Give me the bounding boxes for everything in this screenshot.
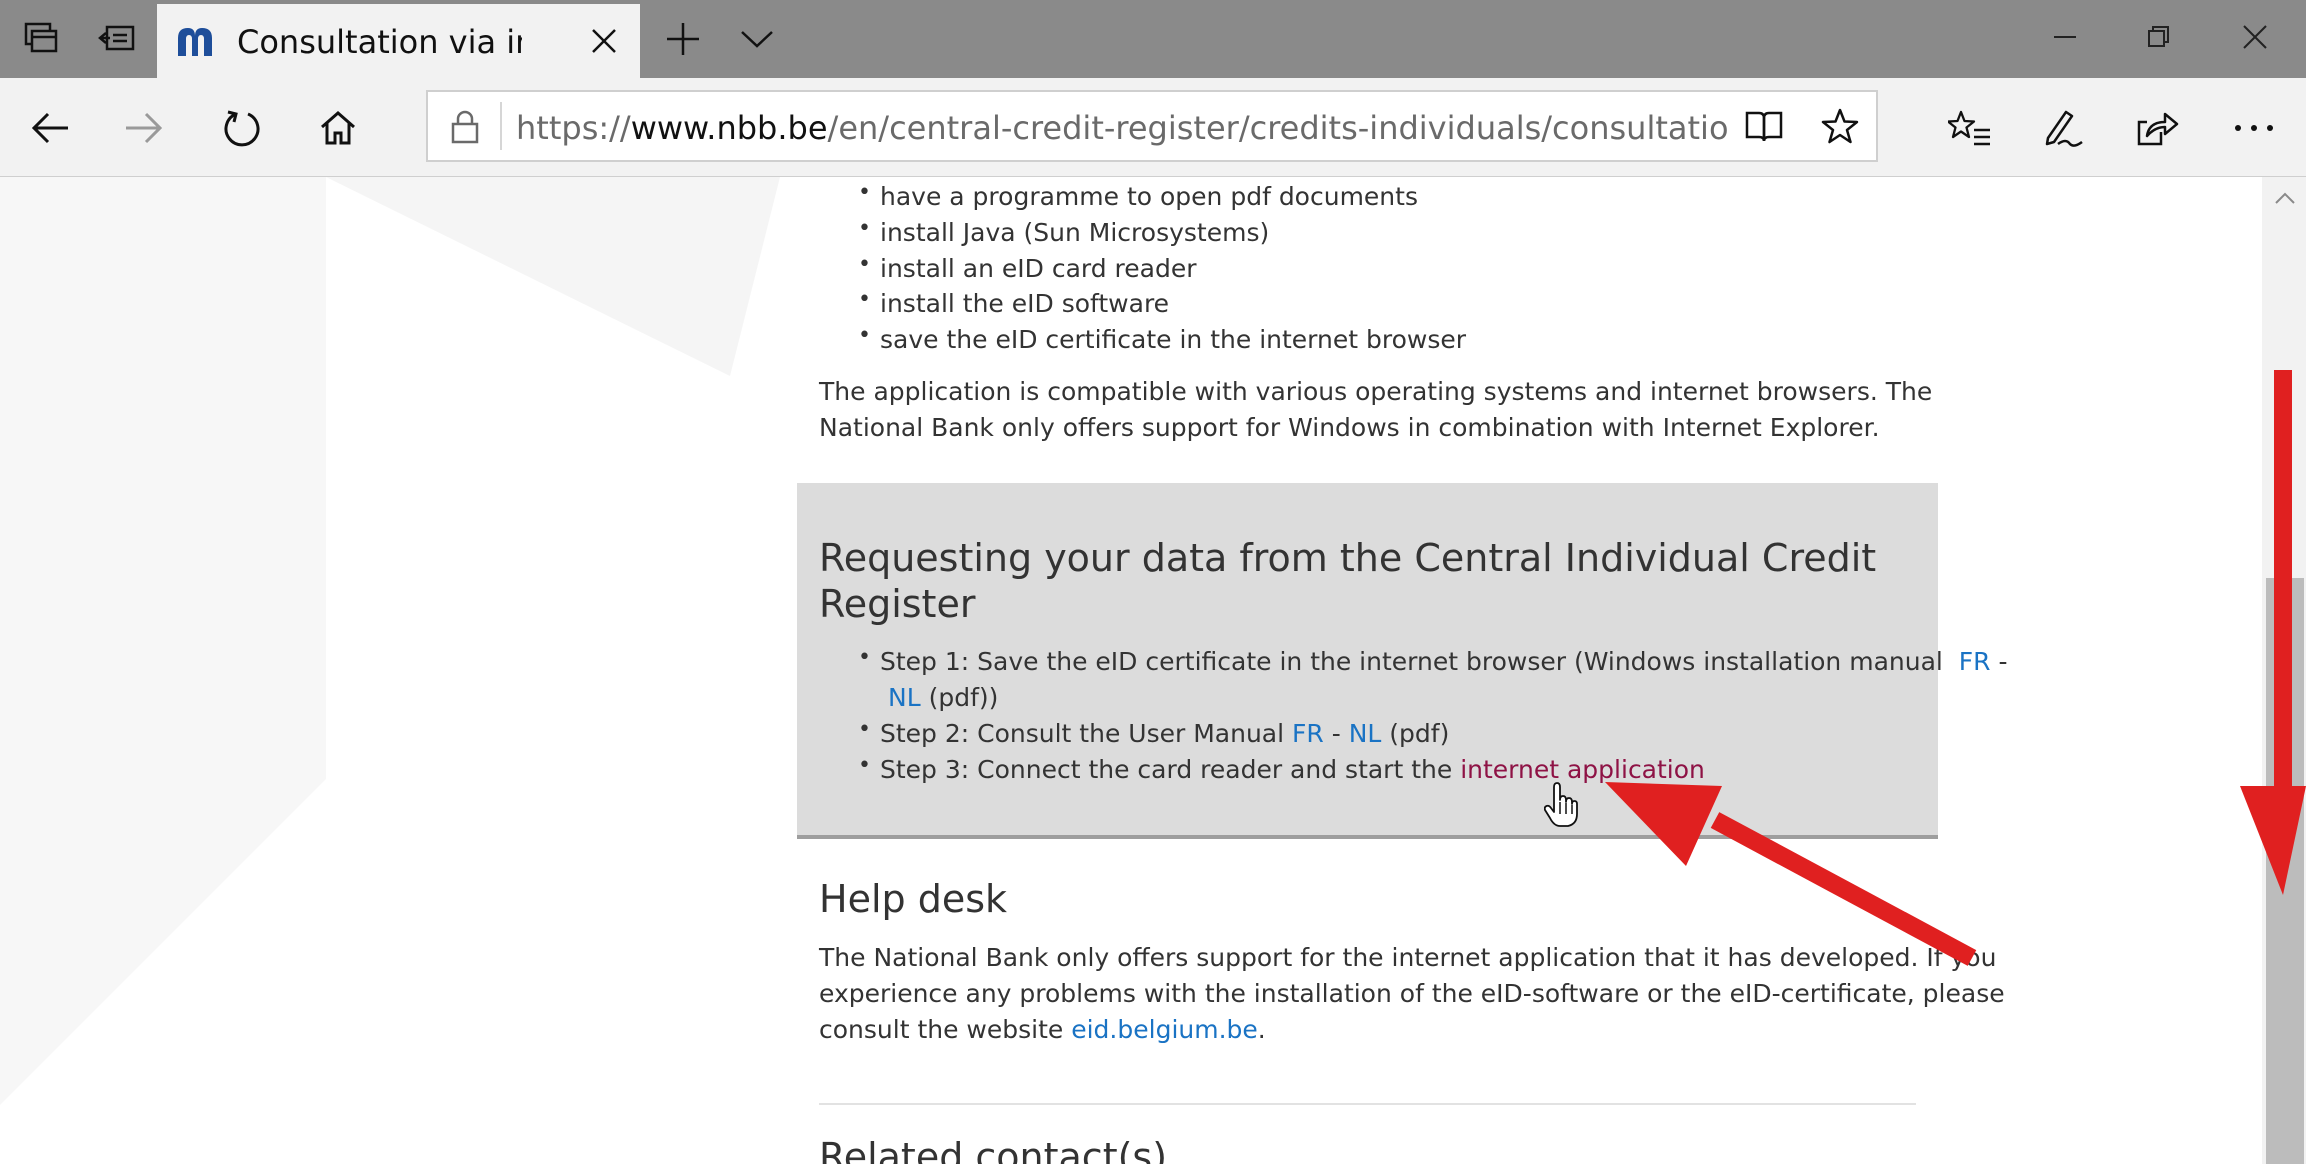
more-icon	[2235, 125, 2273, 131]
home-icon	[321, 111, 355, 145]
page-viewport: • have a programme to open pdf documents …	[0, 177, 2262, 1164]
close-icon	[2243, 25, 2267, 49]
page-content: • have a programme to open pdf documents …	[0, 177, 2262, 1164]
favorites-list-icon	[1948, 110, 1990, 146]
url-text[interactable]: https://www.nbb.be/en/central-credit-reg…	[516, 109, 1728, 147]
address-bar[interactable]: https://www.nbb.be/en/central-credit-reg…	[426, 90, 1878, 162]
list-item: • have a programme to open pdf documents	[858, 180, 1418, 211]
related-contacts-heading: Related contact(s)	[819, 1135, 1168, 1164]
set-aside-tabs-button[interactable]	[80, 0, 154, 78]
list-item: • install an eID card reader	[858, 252, 1197, 283]
tab-list-button[interactable]	[720, 0, 794, 78]
lock-icon	[451, 110, 479, 144]
hand-cursor-icon	[1544, 782, 1578, 827]
list-item: • save the eID certificate in the interne…	[858, 323, 1467, 354]
back-button[interactable]	[18, 98, 82, 158]
book-icon	[1745, 111, 1783, 142]
minimize-button[interactable]	[2020, 0, 2110, 74]
step2-fr-link[interactable]: FR	[1292, 719, 1324, 748]
active-tab[interactable]: Consultation via interne	[157, 4, 640, 78]
list-item: • install Java (Sun Microsystems)	[858, 216, 1270, 247]
forward-button[interactable]	[112, 98, 176, 158]
set-aside-tabs-icon	[98, 25, 135, 51]
new-tab-button[interactable]	[646, 0, 720, 78]
add-favorite-button[interactable]	[1808, 98, 1872, 154]
step2-nl-link[interactable]: NL	[1349, 719, 1382, 748]
share-button[interactable]	[2126, 98, 2190, 158]
step-3-item: • Step 3: Connect the card reader and sta…	[858, 753, 1705, 784]
step-2-item: • Step 2: Consult the User Manual FR - NL…	[858, 717, 1450, 748]
tab-title: Consultation via interne	[237, 23, 522, 61]
scrollbar-thumb[interactable]	[2266, 578, 2304, 1164]
refresh-icon	[224, 110, 260, 147]
restore-button[interactable]	[2114, 0, 2204, 74]
more-button[interactable]	[2222, 98, 2286, 158]
nbb-logo-icon	[178, 28, 212, 56]
url-path: /en/central-credit-register/credits-indi…	[827, 109, 1728, 147]
close-tab-button[interactable]	[581, 18, 627, 64]
step1-nl-link[interactable]: NL	[888, 683, 921, 712]
chevron-up-icon	[2275, 192, 2295, 204]
chevron-down-icon	[741, 31, 773, 48]
help-desk-paragraph: The National Bank only offers support fo…	[819, 943, 2005, 1044]
star-icon	[1821, 108, 1859, 144]
pen-icon	[2045, 110, 2083, 147]
restore-icon	[2148, 26, 2169, 47]
favorites-hub-button[interactable]	[1938, 98, 2002, 158]
notes-button[interactable]	[2032, 98, 2096, 158]
address-separator	[500, 102, 502, 150]
close-window-button[interactable]	[2210, 0, 2300, 74]
reading-view-button[interactable]	[1728, 98, 1800, 154]
tab-actions-button[interactable]	[4, 0, 78, 78]
url-domain: www.nbb.be	[630, 109, 828, 147]
close-icon	[592, 29, 616, 53]
refresh-button[interactable]	[210, 98, 274, 158]
help-desk-heading: Help desk	[819, 877, 1008, 921]
step-1-item-cont: NL (pdf))	[888, 683, 999, 712]
share-icon	[2137, 112, 2179, 146]
step-1-item: • Step 1: Save the eID certificate in the…	[858, 645, 2008, 676]
forward-arrow-icon	[126, 112, 163, 144]
internet-application-link[interactable]: internet application	[1460, 755, 1705, 784]
eid-belgium-link[interactable]: eid.belgium.be	[1071, 1015, 1258, 1044]
plus-icon	[667, 23, 699, 55]
home-button[interactable]	[306, 98, 370, 158]
scroll-up-button[interactable]	[2266, 183, 2304, 213]
title-bar: Consultation via interne	[0, 0, 2306, 78]
minimize-icon	[2054, 36, 2076, 38]
list-item: • install the eID software	[858, 287, 1170, 318]
back-arrow-icon	[31, 112, 68, 144]
navigation-bar: https://www.nbb.be/en/central-credit-reg…	[0, 78, 2306, 177]
compatibility-paragraph: The application is compatible with vario…	[819, 377, 1933, 442]
section-divider	[819, 1103, 1916, 1105]
url-prefix: https://	[516, 109, 631, 147]
request-data-heading: Requesting your data from the Central In…	[819, 536, 1877, 626]
tab-actions-icon	[24, 22, 58, 53]
step1-fr-link[interactable]: FR	[1959, 647, 1991, 676]
